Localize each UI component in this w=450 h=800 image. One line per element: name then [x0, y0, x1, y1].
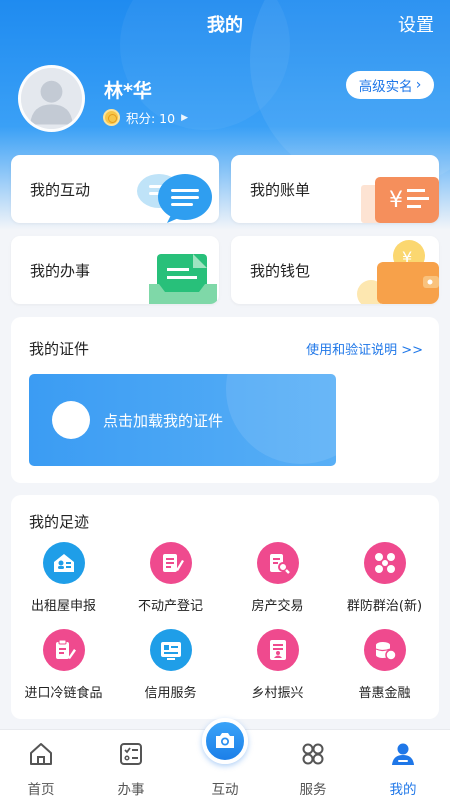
footprint-label: 群防群治(新) — [346, 599, 423, 614]
chevron-right-icon: › — [415, 77, 422, 93]
chat-bubbles-icon — [137, 174, 212, 223]
points-row[interactable]: 积分: 10 ▶ — [103, 108, 188, 127]
footprint-item-group-defense[interactable]: 群防群治(新) — [331, 542, 438, 614]
tab-label: 我的 — [389, 782, 417, 798]
quick-card-affairs[interactable]: 我的办事 — [11, 236, 219, 304]
load-certificates-label: 点击加载我的证件 — [103, 412, 224, 430]
user-name: 林*华 — [104, 80, 152, 102]
group-defense-icon — [363, 542, 406, 584]
quick-card-bill[interactable]: 我的账单 ¥ — [231, 155, 439, 223]
quick-card-interaction[interactable]: 我的互动 — [11, 155, 219, 223]
person-icon — [392, 743, 414, 765]
bill-icon: ¥ — [361, 177, 439, 223]
footprint-label: 乡村振兴 — [251, 686, 304, 701]
points-label: 积分: 10 — [126, 111, 176, 126]
quick-card-label: 我的互动 — [30, 181, 91, 199]
footprint-label: 出租屋申报 — [30, 599, 96, 614]
footprint-item-rental[interactable]: 出租屋申报 — [10, 542, 117, 614]
quick-card-label: 我的办事 — [30, 262, 91, 280]
avatar[interactable] — [18, 65, 85, 132]
tab-label: 首页 — [27, 782, 55, 798]
footprint-label: 不动产登记 — [137, 599, 203, 614]
quick-card-label: 我的钱包 — [250, 262, 311, 280]
footprints-title: 我的足迹 — [29, 513, 90, 531]
verify-label: 高级实名 — [358, 79, 413, 95]
tab-label: 办事 — [117, 782, 145, 798]
certificates-section: 我的证件 使用和验证说明 >> 点击加载我的证件 — [11, 317, 439, 483]
register-edit-icon — [149, 542, 192, 584]
credit-card-icon — [149, 629, 192, 671]
rental-house-icon — [42, 542, 85, 584]
footprint-item-real-estate[interactable]: 不动产登记 — [117, 542, 224, 614]
camera-icon — [216, 733, 234, 748]
checklist-icon — [120, 743, 142, 765]
footprint-item-credit[interactable]: 信用服务 — [117, 629, 224, 701]
certificates-title: 我的证件 — [29, 340, 90, 358]
grid-icon — [302, 743, 324, 765]
home-icon — [30, 743, 52, 765]
default-avatar-icon — [21, 68, 82, 129]
footprint-item-rural-revitalization[interactable]: 乡村振兴 — [224, 629, 331, 701]
quick-card-wallet[interactable]: 我的钱包 ¥ — [231, 236, 439, 304]
coin-icon — [103, 109, 120, 126]
quick-card-label: 我的账单 — [250, 181, 311, 199]
card-decoration — [226, 374, 336, 464]
certificate-placeholder-icon — [52, 401, 90, 439]
footprints-section: 我的足迹 出租屋申报 不动产登记 房产交易 群防群治(新) 进口冷链食品 信用服… — [11, 495, 439, 719]
tab-services[interactable]: 服务 — [268, 730, 358, 800]
footprint-item-inclusive-finance[interactable]: 普惠金融 — [331, 629, 438, 701]
svg-text:¥: ¥ — [389, 188, 403, 213]
camera-button[interactable] — [202, 718, 248, 764]
tray-document-icon — [149, 254, 217, 304]
footprint-label: 进口冷链食品 — [24, 686, 103, 701]
tab-label: 互动 — [211, 782, 239, 798]
tab-home[interactable]: 首页 — [0, 730, 86, 800]
footprint-label: 普惠金融 — [358, 686, 411, 701]
advanced-verify-button[interactable]: 高级实名 › — [346, 71, 434, 99]
footprint-item-cold-chain[interactable]: 进口冷链食品 — [10, 629, 117, 701]
property-search-icon — [256, 542, 299, 584]
footprint-label: 房产交易 — [251, 599, 304, 614]
clipboard-edit-icon — [42, 629, 85, 671]
footprint-item-property-trade[interactable]: 房产交易 — [224, 542, 331, 614]
load-certificates-button[interactable]: 点击加载我的证件 — [29, 374, 336, 466]
page-title: 我的 — [207, 15, 243, 36]
tab-affairs[interactable]: 办事 — [86, 730, 176, 800]
tab-label: 服务 — [299, 782, 327, 798]
wallet-icon: ¥ — [357, 240, 439, 304]
usage-instructions-link[interactable]: 使用和验证说明 >> — [306, 339, 423, 358]
footprint-label: 信用服务 — [144, 686, 197, 701]
coins-icon — [363, 629, 406, 671]
document-person-icon — [256, 629, 299, 671]
settings-button[interactable]: 设置 — [398, 11, 434, 37]
triangle-right-icon: ▶ — [181, 112, 189, 123]
tab-mine[interactable]: 我的 — [358, 730, 448, 800]
